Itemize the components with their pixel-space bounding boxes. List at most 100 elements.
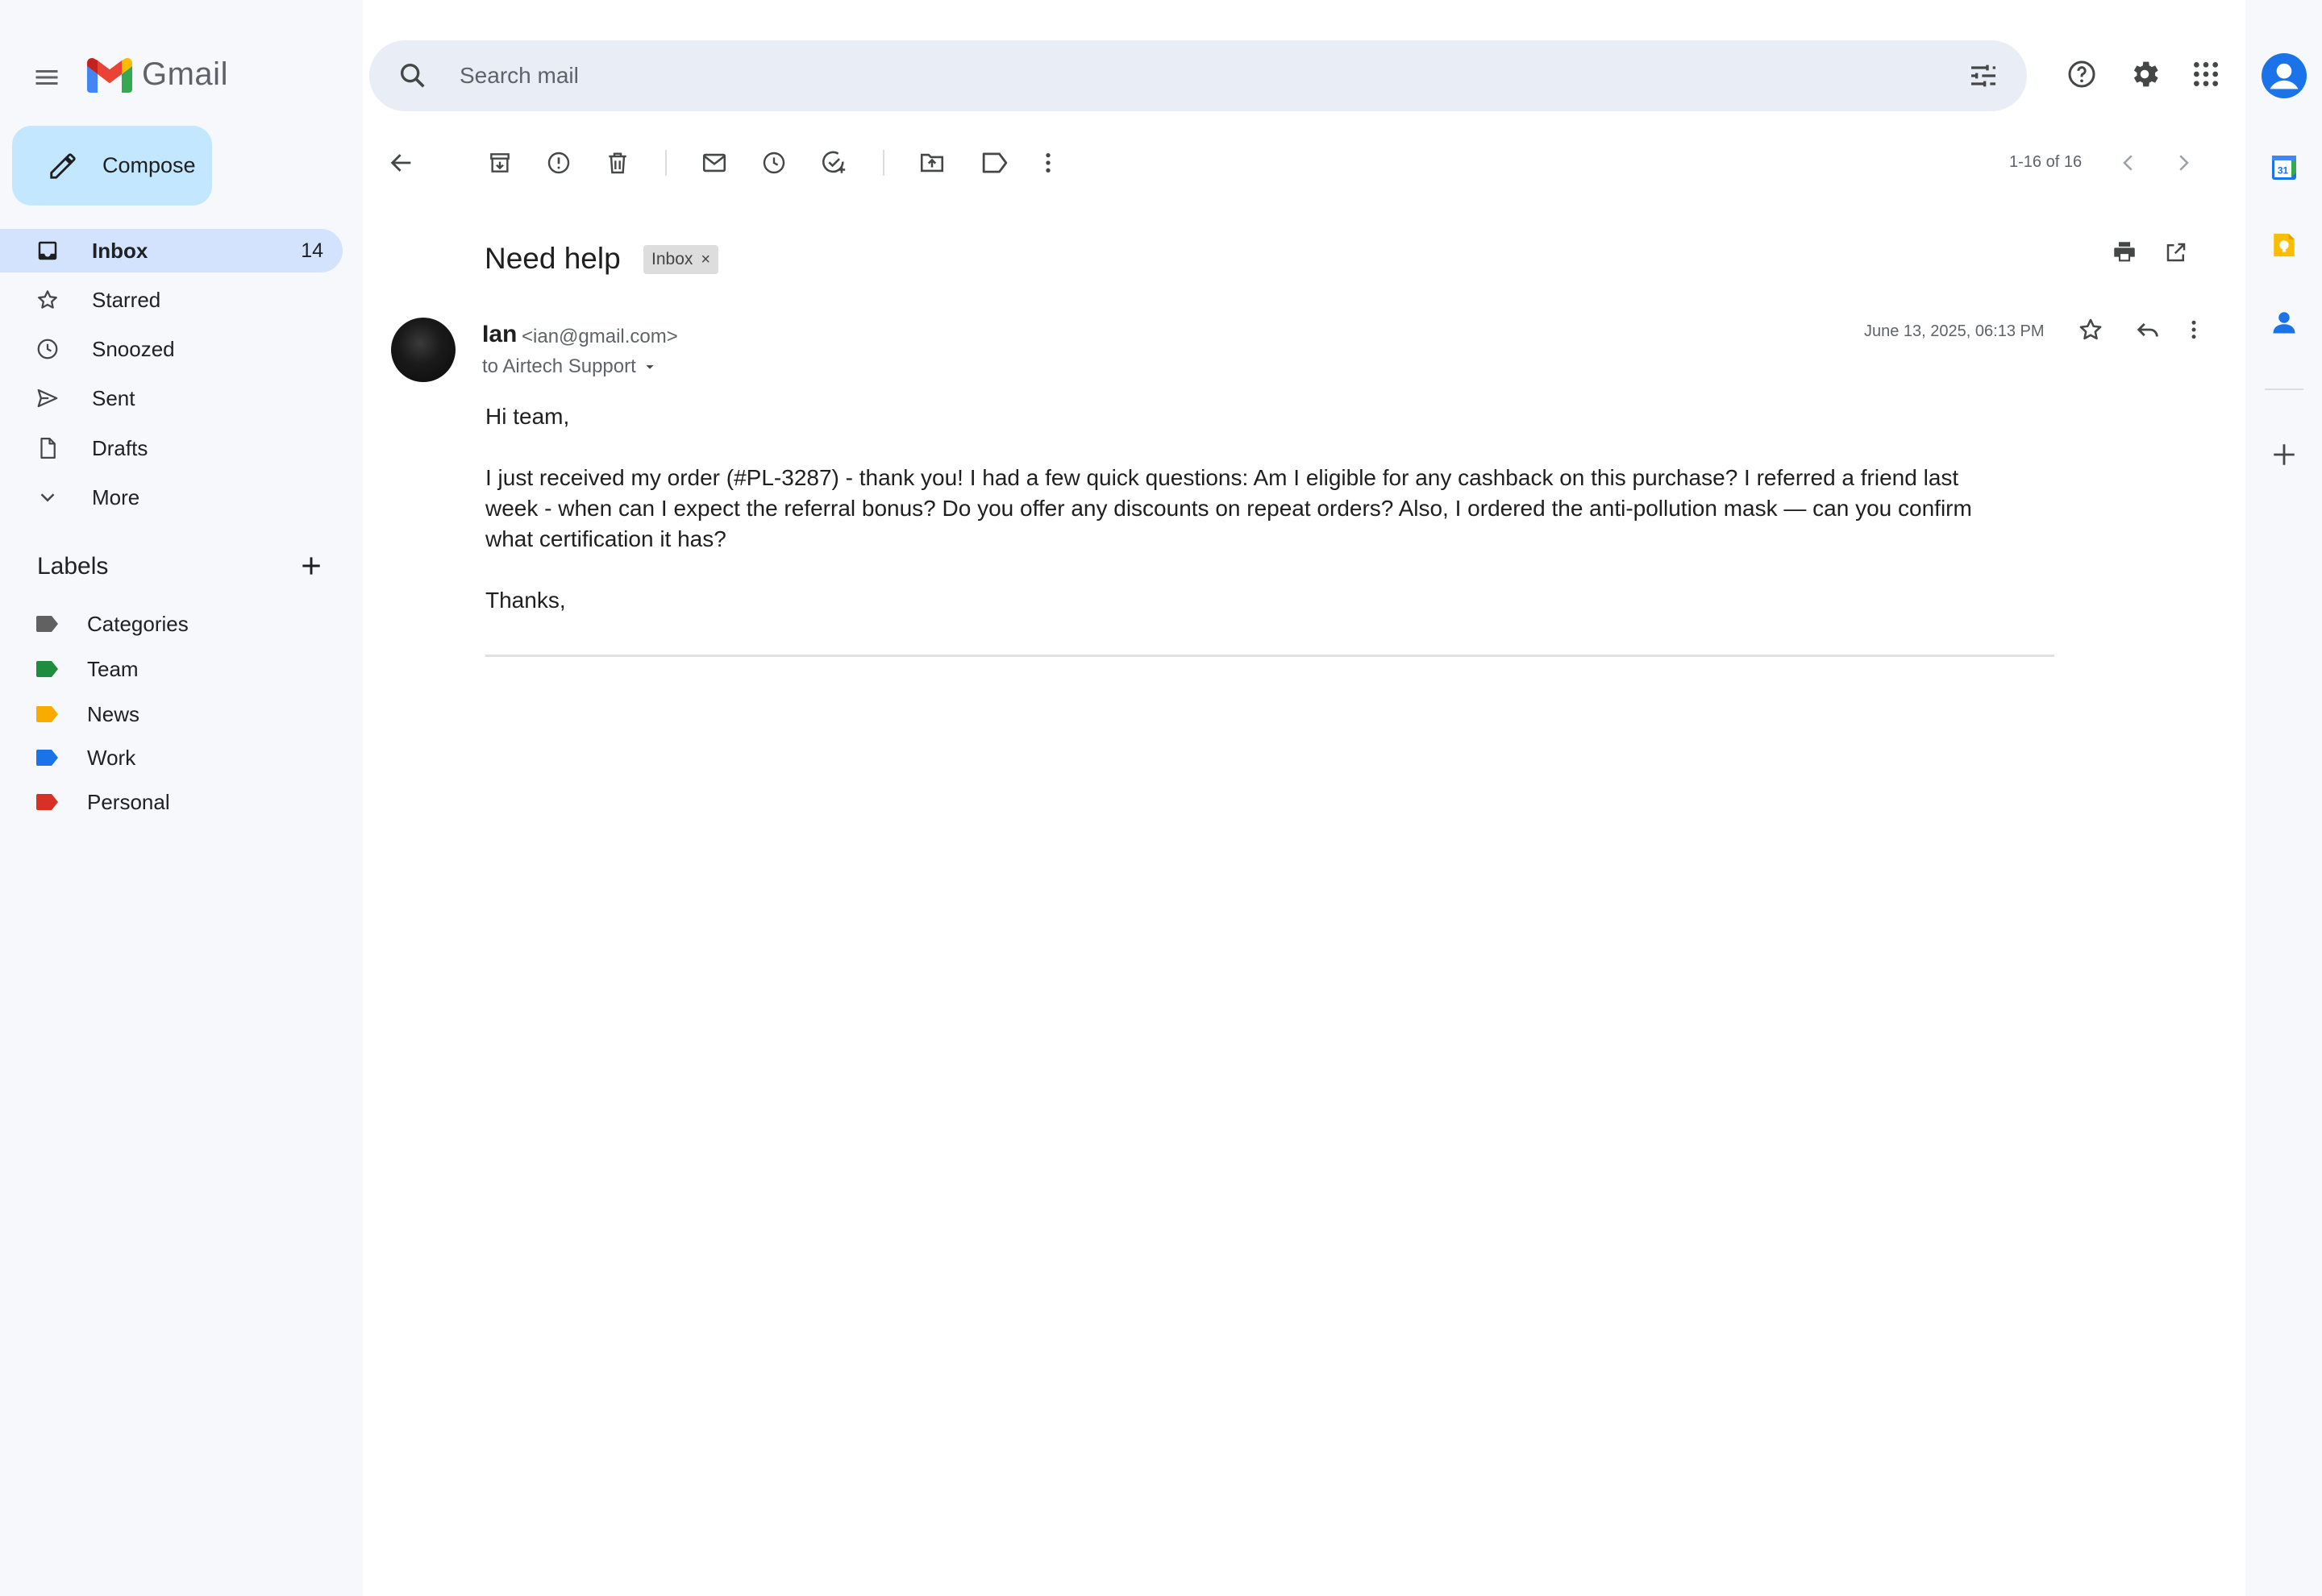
sidebar-item-more[interactable]: More [0, 476, 343, 519]
arrow-back-icon [388, 149, 415, 177]
inbox-unread-count: 14 [301, 239, 323, 262]
delete-button[interactable] [601, 147, 634, 179]
mark-unread-button[interactable] [698, 147, 730, 179]
reply-icon [2133, 316, 2162, 343]
email-paragraph: I just received my order (#PL-3287) - th… [485, 465, 1972, 551]
sidebar-item-label: Drafts [92, 435, 148, 460]
sidebar-item-label: More [92, 484, 140, 509]
main-panel: 1-16 of 16 Need help Inbox × Ian <ian@gm… [363, 0, 2245, 1596]
reply-button[interactable] [2133, 316, 2162, 343]
email-body: Hi team, I just received my order (#PL-3… [485, 401, 1985, 646]
labels-button[interactable] [979, 147, 1011, 179]
keep-app-button[interactable] [2262, 222, 2307, 268]
hamburger-menu-icon [32, 63, 61, 92]
search-input[interactable] [460, 58, 1895, 94]
settings-button[interactable] [2127, 56, 2162, 92]
plus-icon [2270, 441, 2298, 468]
message-more-button[interactable] [2182, 316, 2206, 343]
label-item-personal[interactable]: Personal [35, 786, 170, 818]
archive-button[interactable] [484, 147, 516, 179]
app-name: Gmail [142, 56, 228, 92]
google-account-button[interactable] [2262, 53, 2307, 98]
more-vert-icon [2182, 316, 2206, 343]
add-task-icon [820, 149, 847, 177]
gear-icon [2128, 57, 2162, 91]
add-label-button[interactable] [297, 551, 326, 580]
support-button[interactable] [2064, 56, 2099, 92]
chevron-down-icon [35, 485, 60, 509]
calendar-icon: 31 [2270, 153, 2299, 182]
compose-label: Compose [102, 153, 196, 177]
sidebar-item-inbox[interactable]: Inbox 14 [0, 229, 343, 272]
pagination-count: 1-16 of 16 [2009, 153, 2083, 171]
star-icon [35, 288, 60, 312]
main-menu-button[interactable] [31, 61, 63, 94]
email-signoff: Thanks, [485, 588, 566, 613]
newer-button[interactable] [2112, 147, 2145, 179]
print-all-button[interactable] [2111, 239, 2138, 266]
star-button[interactable] [2077, 316, 2104, 343]
svg-text:31: 31 [2278, 165, 2289, 177]
more-actions-button[interactable] [1032, 147, 1064, 179]
older-button[interactable] [2167, 147, 2199, 179]
pencil-icon [48, 151, 78, 181]
label-outline-icon [980, 150, 1009, 176]
message-divider [485, 655, 2054, 657]
help-icon [2066, 58, 2098, 90]
more-vert-icon [1035, 150, 1061, 176]
side-panel-strip: 31 [2245, 0, 2322, 1596]
inbox-label-chip[interactable]: Inbox × [643, 245, 719, 274]
label-name: Personal [87, 789, 170, 814]
snooze-button[interactable] [758, 147, 790, 179]
remove-label-button[interactable]: × [701, 251, 710, 269]
clock-icon [761, 150, 787, 176]
add-to-tasks-button[interactable] [818, 147, 850, 179]
back-button[interactable] [385, 147, 418, 179]
contacts-person-icon [2270, 308, 2299, 337]
google-apps-button[interactable] [2188, 56, 2224, 92]
report-spam-button[interactable] [543, 147, 575, 179]
sidebar-item-starred[interactable]: Starred [0, 278, 343, 322]
side-panel-divider [2265, 389, 2303, 390]
compose-button[interactable]: Compose [12, 126, 212, 206]
report-icon [546, 150, 572, 176]
open-in-new-icon [2164, 240, 2188, 264]
email-subject: Need help [485, 242, 621, 275]
chevron-right-icon [2171, 151, 2195, 175]
sender-avatar[interactable] [391, 318, 456, 382]
plus-icon [298, 553, 324, 579]
apps-grid-icon [2190, 58, 2222, 90]
search-options-icon[interactable] [1967, 60, 2000, 92]
toolbar-divider [665, 150, 667, 176]
search-icon[interactable] [397, 60, 429, 92]
calendar-app-button[interactable]: 31 [2262, 145, 2307, 190]
label-tag-icon [35, 704, 60, 724]
get-addons-button[interactable] [2262, 432, 2307, 477]
sender-name[interactable]: Ian [482, 321, 517, 348]
label-name: News [87, 701, 140, 726]
label-item-news[interactable]: News [35, 698, 139, 730]
label-item-work[interactable]: Work [35, 742, 135, 774]
label-item-categories[interactable]: Categories [35, 608, 189, 640]
label-item-team[interactable]: Team [35, 653, 139, 685]
open-new-window-button[interactable] [2164, 240, 2188, 264]
sidebar-item-snoozed[interactable]: Snoozed [0, 327, 343, 371]
recipient-details[interactable]: to Airtech Support [482, 355, 659, 378]
move-to-button[interactable] [916, 147, 948, 179]
gmail-logo[interactable]: Gmail [87, 56, 228, 93]
contacts-app-button[interactable] [2262, 300, 2307, 345]
sidebar-item-label: Sent [92, 385, 135, 410]
sidebar-item-drafts[interactable]: Drafts [0, 426, 343, 470]
email-date: June 13, 2025, 06:13 PM [1864, 322, 2045, 340]
keep-bulb-icon [2270, 231, 2298, 260]
label-tag-icon [35, 792, 60, 812]
clock-icon [35, 337, 60, 361]
trash-icon [605, 150, 630, 176]
label-tag-icon [35, 659, 60, 679]
label-name: Work [87, 745, 136, 770]
search-bar [369, 40, 2027, 111]
label-name: Categories [87, 611, 189, 636]
labels-heading: Labels [37, 553, 109, 580]
sidebar-item-sent[interactable]: Sent [0, 376, 343, 420]
print-icon [2111, 239, 2138, 266]
